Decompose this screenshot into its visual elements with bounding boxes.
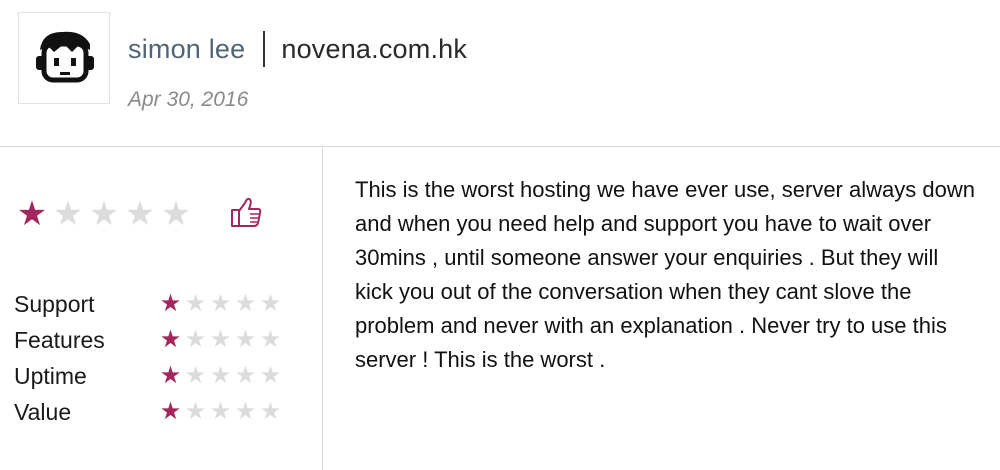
category-star-icon: ★ bbox=[159, 362, 182, 389]
category-star-icon: ★ bbox=[259, 398, 282, 425]
category-ratings: Support ★ ★ ★ ★ ★ Features ★ ★ ★ ★ ★ Uptime ★ ★ ★ ★ ★ Valu… bbox=[14, 286, 283, 430]
category-star-icon: ★ bbox=[184, 362, 207, 389]
company-name[interactable]: novena.com.hk bbox=[281, 34, 467, 65]
category-stars: ★ ★ ★ ★ ★ bbox=[158, 400, 283, 424]
category-star-icon: ★ bbox=[259, 362, 282, 389]
category-star-icon: ★ bbox=[234, 398, 257, 425]
category-row: Uptime ★ ★ ★ ★ ★ bbox=[14, 358, 283, 394]
category-star-icon: ★ bbox=[209, 326, 232, 353]
overall-stars: ★ ★ ★ ★ ★ bbox=[14, 197, 194, 231]
category-star-icon: ★ bbox=[209, 398, 232, 425]
category-star-icon: ★ bbox=[184, 398, 207, 425]
category-star-icon: ★ bbox=[259, 326, 282, 353]
overall-star-icon: ★ bbox=[88, 195, 120, 233]
category-star-icon: ★ bbox=[234, 290, 257, 317]
category-star-icon: ★ bbox=[209, 290, 232, 317]
category-star-icon: ★ bbox=[184, 326, 207, 353]
overall-star-icon: ★ bbox=[160, 195, 192, 233]
avatar[interactable] bbox=[18, 12, 110, 104]
category-label: Uptime bbox=[14, 362, 87, 389]
category-stars: ★ ★ ★ ★ ★ bbox=[158, 364, 283, 388]
category-star-icon: ★ bbox=[159, 326, 182, 353]
category-stars: ★ ★ ★ ★ ★ bbox=[158, 292, 283, 316]
category-label: Features bbox=[14, 326, 105, 353]
review-text: This is the worst hosting we have ever u… bbox=[355, 177, 975, 372]
category-star-icon: ★ bbox=[234, 326, 257, 353]
category-star-icon: ★ bbox=[159, 398, 182, 425]
category-star-icon: ★ bbox=[159, 290, 182, 317]
category-star-icon: ★ bbox=[259, 290, 282, 317]
review-header: simon lee novena.com.hk Apr 30, 2016 bbox=[0, 0, 1000, 150]
author-separator bbox=[263, 31, 266, 67]
category-label: Support bbox=[14, 290, 95, 317]
review-date: Apr 30, 2016 bbox=[128, 88, 249, 111]
overall-star-icon: ★ bbox=[52, 195, 84, 233]
column-divider bbox=[322, 146, 323, 470]
category-label: Value bbox=[14, 398, 72, 425]
like-button[interactable] bbox=[228, 194, 264, 230]
overall-star-icon: ★ bbox=[124, 195, 156, 233]
category-star-icon: ★ bbox=[234, 362, 257, 389]
category-row: Support ★ ★ ★ ★ ★ bbox=[14, 286, 283, 322]
category-star-icon: ★ bbox=[184, 290, 207, 317]
thumbs-up-icon bbox=[231, 197, 262, 227]
category-row: Features ★ ★ ★ ★ ★ bbox=[14, 322, 283, 358]
author-name[interactable]: simon lee bbox=[128, 34, 245, 65]
overall-star-icon: ★ bbox=[16, 195, 48, 233]
category-row: Value ★ ★ ★ ★ ★ bbox=[14, 394, 283, 430]
author-line: simon lee novena.com.hk bbox=[128, 28, 467, 70]
category-stars: ★ ★ ★ ★ ★ bbox=[158, 328, 283, 352]
avatar-face-icon bbox=[36, 31, 94, 83]
category-star-icon: ★ bbox=[209, 362, 232, 389]
overall-rating: ★ ★ ★ ★ ★ bbox=[14, 196, 194, 232]
header-divider bbox=[0, 146, 1000, 147]
